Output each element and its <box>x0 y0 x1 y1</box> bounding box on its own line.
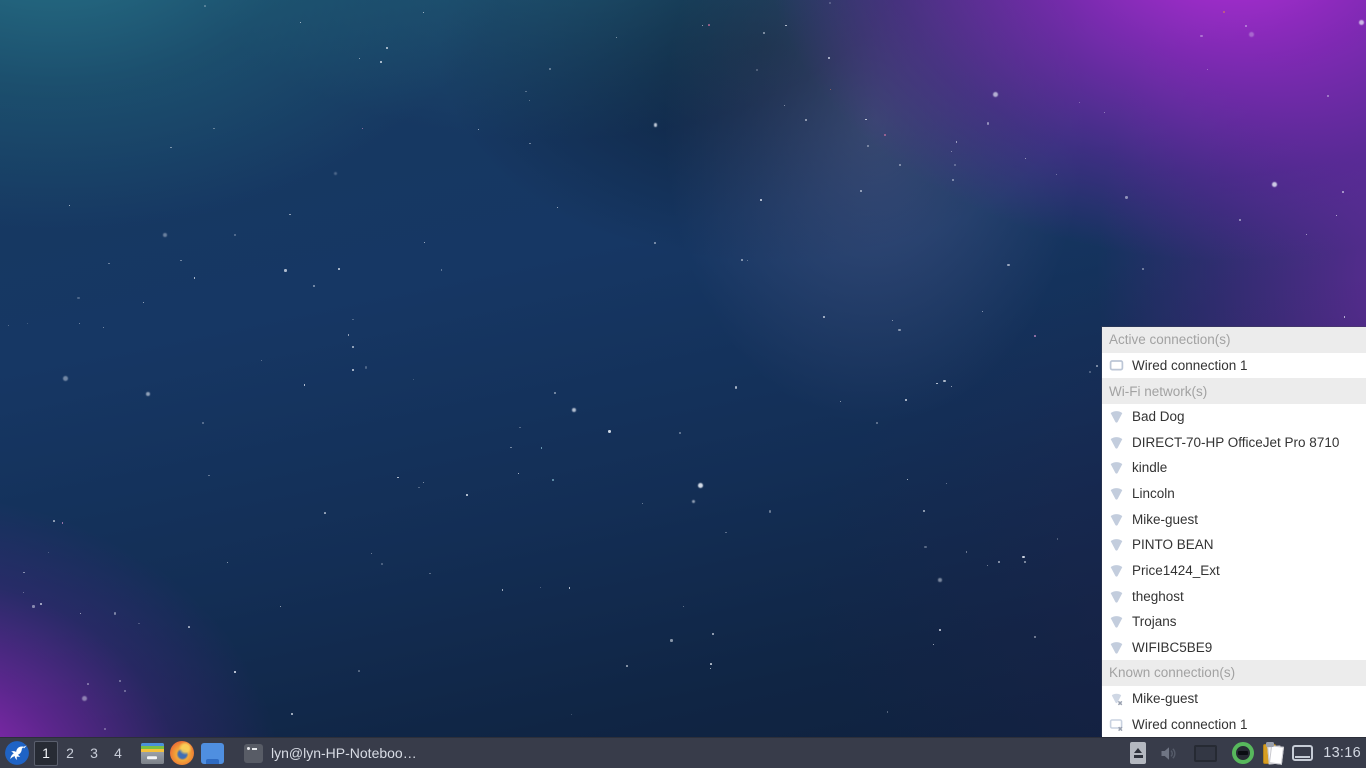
wifi-icon <box>1108 588 1124 604</box>
monitor-dim-icon <box>1194 745 1217 762</box>
network-item-label: DIRECT-70-HP OfficeJet Pro 8710 <box>1132 435 1339 450</box>
network-menu-item[interactable]: Wired connection 1 <box>1102 711 1366 737</box>
workspace-2[interactable]: 2 <box>58 741 82 766</box>
eject-tray-button[interactable] <box>1130 738 1159 768</box>
wifi-icon <box>1108 614 1124 630</box>
desktop-launcher[interactable] <box>197 739 227 768</box>
wifi-icon <box>1108 511 1124 527</box>
clipboard-icon <box>1263 742 1283 765</box>
network-item-label: Wired connection 1 <box>1132 717 1248 732</box>
workspace-4[interactable]: 4 <box>106 741 130 766</box>
wifi-icon <box>1108 434 1124 450</box>
network-item-label: Wired connection 1 <box>1132 358 1248 373</box>
network-item-label: kindle <box>1132 460 1167 475</box>
workspace-switcher: 1234 <box>34 738 130 768</box>
network-item-label: Lincoln <box>1132 486 1175 501</box>
network-menu-item[interactable]: kindle <box>1102 455 1366 481</box>
file-manager-launcher[interactable] <box>137 739 167 768</box>
network-menu-item[interactable]: Trojans <box>1102 609 1366 635</box>
wired-icon <box>1108 357 1124 373</box>
terminal-icon <box>244 744 263 763</box>
wifi-icon <box>1108 486 1124 502</box>
menu-section-header: Wi-Fi network(s) <box>1102 378 1366 404</box>
taskbar-left: 1234 lyn@lyn-HP-Noteboo… <box>0 738 423 768</box>
network-tray-button[interactable] <box>1232 738 1263 768</box>
desktop-window-icon <box>201 743 224 764</box>
file-manager-icon <box>141 743 164 764</box>
workspace-1[interactable]: 1 <box>34 741 58 766</box>
lubuntu-logo-icon <box>4 740 30 766</box>
network-menu-item[interactable]: PINTO BEAN <box>1102 532 1366 558</box>
monitor-icon <box>1292 745 1313 761</box>
network-item-label: Mike-guest <box>1132 691 1198 706</box>
network-item-label: PINTO BEAN <box>1132 537 1214 552</box>
network-menu-item[interactable]: Price1424_Ext <box>1102 558 1366 584</box>
network-item-label: theghost <box>1132 589 1184 604</box>
workspace-3[interactable]: 3 <box>82 741 106 766</box>
network-item-label: Price1424_Ext <box>1132 563 1220 578</box>
task-button-terminal[interactable]: lyn@lyn-HP-Noteboo… <box>238 738 423 768</box>
display-dim-tray-button[interactable] <box>1194 738 1232 768</box>
taskbar: 1234 lyn@lyn-HP-Noteboo… <box>0 737 1366 768</box>
network-menu-item[interactable]: Bad Dog <box>1102 404 1366 430</box>
display-tray-button[interactable] <box>1292 738 1323 768</box>
task-button-label: lyn@lyn-HP-Noteboo… <box>271 745 417 761</box>
network-item-label: WIFIBC5BE9 <box>1132 640 1212 655</box>
taskbar-clock[interactable]: 13:16 <box>1323 745 1361 761</box>
quick-launch <box>137 739 227 768</box>
system-tray: 13:16 <box>1130 738 1366 768</box>
network-menu-item[interactable]: Mike-guest <box>1102 506 1366 532</box>
network-connections-menu: Active connection(s) Wired connection 1 Wi… <box>1102 327 1366 737</box>
eject-icon <box>1130 742 1146 764</box>
network-menu-item[interactable]: WIFIBC5BE9 <box>1102 635 1366 661</box>
wifi-known-icon <box>1108 691 1124 707</box>
wifi-icon <box>1108 562 1124 578</box>
wired-known-icon <box>1108 716 1124 732</box>
wifi-icon <box>1108 537 1124 553</box>
network-menu-item[interactable]: Wired connection 1 <box>1102 353 1366 379</box>
wifi-icon <box>1108 460 1124 476</box>
network-item-label: Bad Dog <box>1132 409 1185 424</box>
volume-tray-button[interactable] <box>1159 738 1178 768</box>
network-menu-item[interactable]: theghost <box>1102 583 1366 609</box>
network-menu-item[interactable]: DIRECT-70-HP OfficeJet Pro 8710 <box>1102 430 1366 456</box>
wifi-icon <box>1108 639 1124 655</box>
speaker-icon <box>1159 744 1178 763</box>
firefox-launcher[interactable] <box>167 739 197 768</box>
start-menu-button[interactable] <box>2 739 31 768</box>
wifi-icon <box>1108 409 1124 425</box>
network-item-label: Trojans <box>1132 614 1177 629</box>
network-item-label: Mike-guest <box>1132 512 1198 527</box>
network-menu-item[interactable]: Mike-guest <box>1102 686 1366 712</box>
network-status-icon <box>1232 742 1254 764</box>
firefox-icon <box>170 741 194 765</box>
menu-section-header: Known connection(s) <box>1102 660 1366 686</box>
clipboard-tray-button[interactable] <box>1263 738 1292 768</box>
menu-section-header: Active connection(s) <box>1102 327 1366 353</box>
network-menu-item[interactable]: Lincoln <box>1102 481 1366 507</box>
